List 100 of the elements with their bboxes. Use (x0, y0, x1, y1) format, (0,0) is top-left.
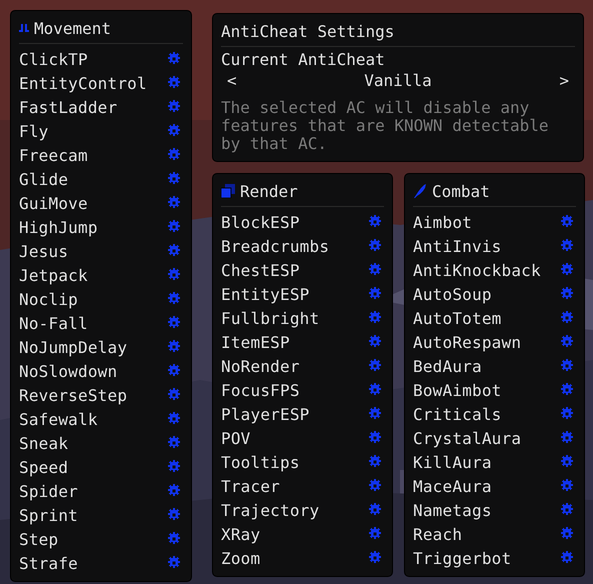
module-item[interactable]: FastLadder (19, 98, 118, 116)
settings-icon[interactable] (167, 340, 181, 354)
module-item[interactable]: Jetpack (19, 266, 88, 284)
module-item[interactable]: BedAura (413, 356, 482, 376)
settings-icon[interactable] (560, 263, 574, 277)
module-item[interactable]: AutoSoup (413, 284, 492, 304)
module-item[interactable]: No-Fall (19, 314, 88, 332)
module-item[interactable]: Spider (19, 482, 78, 500)
settings-icon[interactable] (368, 383, 382, 397)
module-item[interactable]: BlockESP (221, 212, 300, 232)
module-item[interactable]: Fullbright (221, 308, 320, 328)
module-item[interactable]: Aimbot (413, 212, 472, 232)
settings-icon[interactable] (167, 100, 181, 114)
module-item[interactable]: Sprint (19, 506, 78, 524)
settings-icon[interactable] (560, 503, 574, 517)
module-item[interactable]: HighJump (19, 218, 98, 236)
settings-icon[interactable] (167, 196, 181, 210)
settings-icon[interactable] (560, 335, 574, 349)
settings-icon[interactable] (167, 412, 181, 426)
settings-icon[interactable] (368, 359, 382, 373)
module-item[interactable]: NoSlowdown (19, 362, 118, 380)
module-item[interactable]: Breadcrumbs (221, 236, 330, 256)
settings-icon[interactable] (560, 455, 574, 469)
settings-icon[interactable] (560, 431, 574, 445)
settings-icon[interactable] (167, 244, 181, 258)
settings-icon[interactable] (167, 388, 181, 402)
settings-icon[interactable] (167, 460, 181, 474)
settings-icon[interactable] (368, 455, 382, 469)
module-item[interactable]: Jesus (19, 242, 68, 260)
module-item[interactable]: Speed (19, 458, 68, 476)
settings-icon[interactable] (368, 479, 382, 493)
settings-icon[interactable] (167, 316, 181, 330)
module-item[interactable]: NoRender (221, 356, 300, 376)
settings-icon[interactable] (368, 503, 382, 517)
module-item[interactable]: Step (19, 530, 58, 548)
settings-icon[interactable] (167, 220, 181, 234)
module-item[interactable]: ClickTP (19, 50, 88, 68)
settings-icon[interactable] (368, 431, 382, 445)
settings-icon[interactable] (368, 335, 382, 349)
module-item[interactable]: FocusFPS (221, 380, 300, 400)
settings-icon[interactable] (368, 263, 382, 277)
settings-icon[interactable] (560, 287, 574, 301)
settings-icon[interactable] (368, 311, 382, 325)
module-item[interactable]: ChestESP (221, 260, 300, 280)
settings-icon[interactable] (560, 407, 574, 421)
module-item[interactable]: MaceAura (413, 476, 492, 496)
settings-icon[interactable] (368, 407, 382, 421)
module-item[interactable]: GuiMove (19, 194, 88, 212)
module-item[interactable]: Triggerbot (413, 548, 512, 568)
module-item[interactable]: Glide (19, 170, 68, 188)
settings-icon[interactable] (167, 484, 181, 498)
module-item[interactable]: EntityControl (19, 74, 147, 92)
module-item[interactable]: Tracer (221, 476, 280, 496)
module-item[interactable]: Safewalk (19, 410, 98, 428)
module-item[interactable]: POV (221, 428, 250, 448)
module-item[interactable]: PlayerESP (221, 404, 310, 424)
module-item[interactable]: Freecam (19, 146, 88, 164)
settings-icon[interactable] (167, 508, 181, 522)
settings-icon[interactable] (167, 172, 181, 186)
module-item[interactable]: Sneak (19, 434, 68, 452)
settings-icon[interactable] (560, 383, 574, 397)
module-item[interactable]: Fly (19, 122, 48, 140)
settings-icon[interactable] (560, 311, 574, 325)
module-item[interactable]: Zoom (221, 548, 260, 568)
module-item[interactable]: ItemESP (221, 332, 290, 352)
settings-icon[interactable] (560, 215, 574, 229)
settings-icon[interactable] (167, 292, 181, 306)
module-item[interactable]: Nametags (413, 500, 492, 520)
module-item[interactable]: CrystalAura (413, 428, 522, 448)
settings-icon[interactable] (560, 527, 574, 541)
module-item[interactable]: NoJumpDelay (19, 338, 128, 356)
settings-icon[interactable] (560, 359, 574, 373)
settings-icon[interactable] (167, 436, 181, 450)
settings-icon[interactable] (560, 551, 574, 565)
module-item[interactable]: Trajectory (221, 500, 320, 520)
settings-icon[interactable] (368, 527, 382, 541)
module-item[interactable]: Criticals (413, 404, 502, 424)
settings-icon[interactable] (167, 124, 181, 138)
module-item[interactable]: BowAimbot (413, 380, 502, 400)
module-item[interactable]: Tooltips (221, 452, 300, 472)
settings-icon[interactable] (167, 532, 181, 546)
previous-button[interactable]: < (223, 69, 241, 93)
settings-icon[interactable] (368, 239, 382, 253)
settings-icon[interactable] (167, 556, 181, 570)
settings-icon[interactable] (368, 551, 382, 565)
settings-icon[interactable] (167, 52, 181, 66)
module-item[interactable]: ReverseStep (19, 386, 128, 404)
settings-icon[interactable] (167, 148, 181, 162)
settings-icon[interactable] (560, 239, 574, 253)
module-item[interactable]: AutoRespawn (413, 332, 522, 352)
module-item[interactable]: Noclip (19, 290, 78, 308)
module-item[interactable]: EntityESP (221, 284, 310, 304)
module-item[interactable]: Reach (413, 524, 462, 544)
module-item[interactable]: AntiInvis (413, 236, 502, 256)
settings-icon[interactable] (167, 364, 181, 378)
settings-icon[interactable] (167, 76, 181, 90)
settings-icon[interactable] (368, 287, 382, 301)
next-button[interactable]: > (555, 69, 573, 93)
module-item[interactable]: KillAura (413, 452, 492, 472)
module-item[interactable]: XRay (221, 524, 260, 544)
